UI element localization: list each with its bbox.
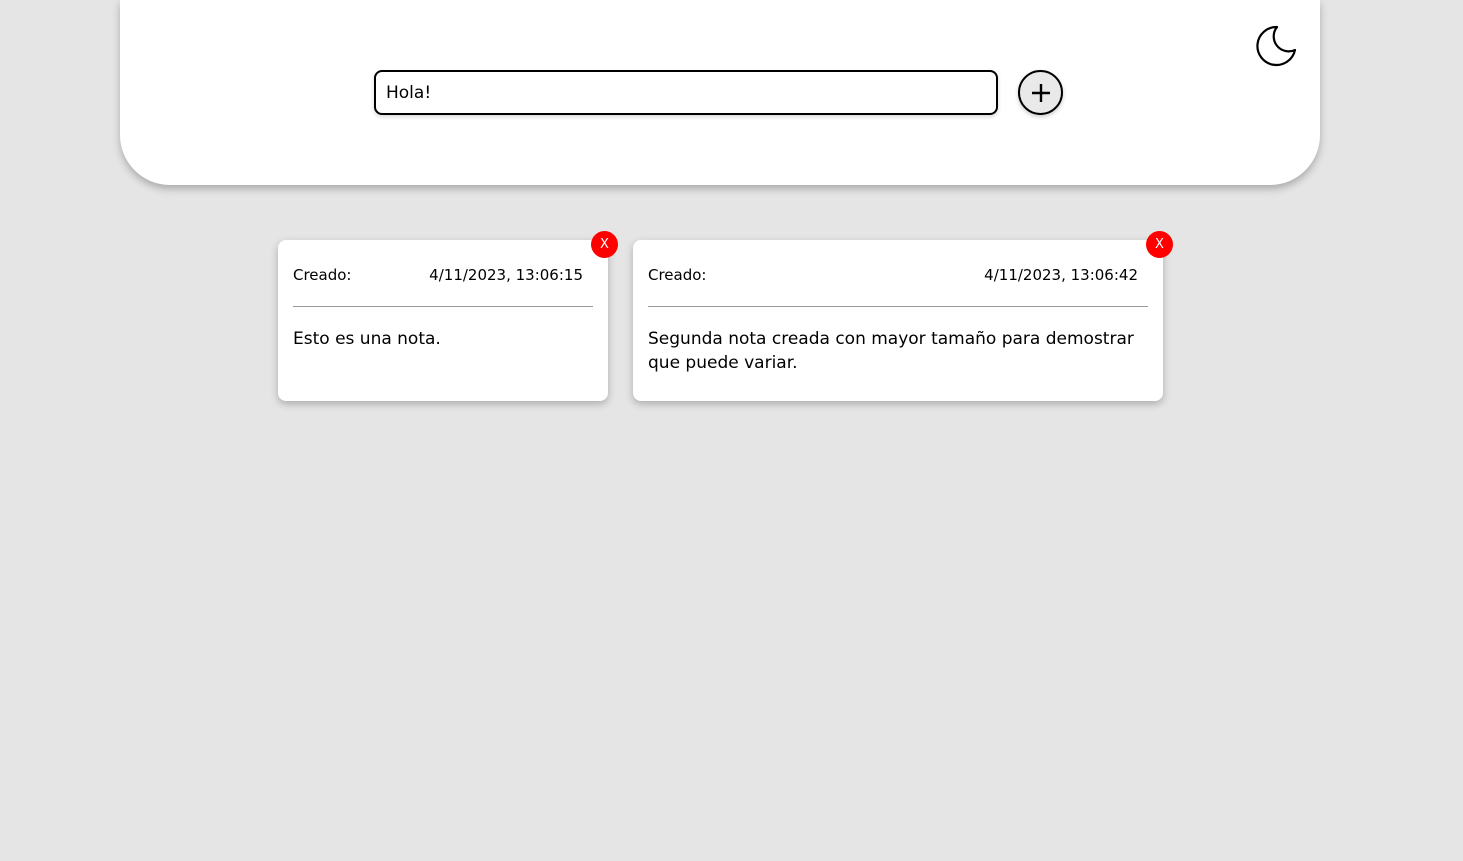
note-card: Creado: 4/11/2023, 13:06:42 Segunda nota… [633, 231, 1173, 401]
note-timestamp: 4/11/2023, 13:06:15 [429, 265, 583, 284]
note-meta: Creado: 4/11/2023, 13:06:42 [648, 240, 1148, 307]
note-input[interactable] [374, 70, 998, 115]
add-note-button[interactable] [1018, 70, 1063, 115]
delete-note-button[interactable]: X [591, 231, 618, 258]
created-label: Creado: [648, 265, 707, 284]
note-text: Esto es una nota. [293, 329, 441, 349]
header-panel [120, 0, 1320, 185]
delete-note-button[interactable]: X [1146, 231, 1173, 258]
plus-icon [1020, 82, 1061, 104]
note-card: Creado: 4/11/2023, 13:06:15 Esto es una … [278, 231, 618, 401]
note-text: Segunda nota creada con mayor tamaño par… [648, 329, 1134, 373]
note-timestamp: 4/11/2023, 13:06:42 [984, 265, 1138, 284]
moon-icon[interactable] [1255, 24, 1299, 68]
note-meta: Creado: 4/11/2023, 13:06:15 [293, 240, 593, 307]
created-label: Creado: [293, 265, 352, 284]
